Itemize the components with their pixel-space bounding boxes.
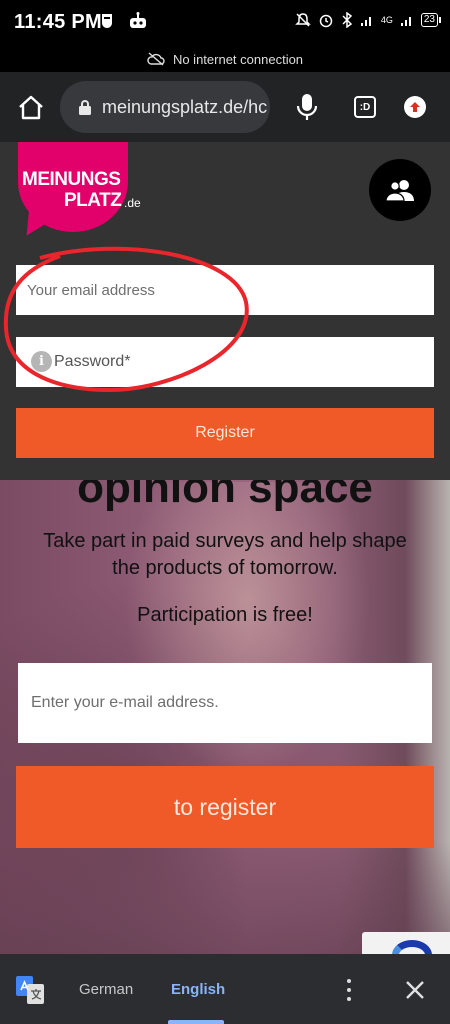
- tab-count: :D: [359, 101, 371, 113]
- lock-icon: [79, 99, 91, 115]
- red-circle-annotation: [3, 246, 249, 393]
- network-type: 4G: [380, 15, 393, 25]
- account-button[interactable]: [369, 159, 431, 221]
- hero-free-line: Participation is free!: [137, 604, 313, 626]
- login-header-panel: MEINUNGS PLATZ .de Your email address i …: [0, 142, 450, 480]
- recaptcha-badge[interactable]: [362, 932, 450, 954]
- bluetooth-icon: [342, 12, 353, 28]
- web-page: opinion space Take part in paid surveys …: [0, 142, 450, 954]
- message-icon: [102, 14, 112, 28]
- recaptcha-icon: [392, 940, 432, 954]
- logo-suffix: .de: [124, 196, 141, 210]
- more-vert-icon[interactable]: [345, 979, 353, 1001]
- offline-text: No internet connection: [172, 51, 304, 67]
- translate-bar: German English: [0, 954, 450, 1024]
- to-register-button[interactable]: to register: [16, 766, 434, 848]
- selected-language-indicator: [168, 1020, 224, 1024]
- arrow-up-icon: [410, 102, 420, 112]
- site-logo[interactable]: MEINUNGS PLATZ .de: [17, 142, 148, 243]
- battery-icon: 23: [420, 13, 442, 27]
- register-button[interactable]: Register: [16, 408, 434, 458]
- browser-toolbar: meinungsplatz.de/hc :D: [0, 72, 450, 142]
- hero-subline: Take part in paid surveys and help shape…: [43, 530, 407, 579]
- offline-banner: No internet connection: [0, 46, 450, 72]
- status-time: 11:45 PM: [14, 11, 103, 33]
- hero-email-input[interactable]: Enter your e-mail address.: [18, 663, 432, 743]
- google-translate-icon[interactable]: [16, 976, 44, 1004]
- users-icon: [385, 180, 414, 202]
- url-text: meinungsplatz.de/hc: [102, 96, 268, 117]
- to-register-label: to register: [173, 793, 277, 820]
- signal-icon: [400, 17, 411, 26]
- alarm-icon: [319, 14, 333, 28]
- logo-text: MEINUNGS: [22, 169, 121, 190]
- register-label: Register: [195, 424, 255, 441]
- home-icon[interactable]: [16, 93, 46, 123]
- logo-text: PLATZ: [64, 190, 122, 211]
- language-option-english[interactable]: English: [171, 981, 225, 998]
- signal-icon: [360, 17, 371, 26]
- mute-icon: [295, 13, 311, 27]
- hero-email-placeholder: Enter your e-mail address.: [31, 694, 219, 711]
- status-bar: 11:45 PM 4G 23: [0, 0, 450, 46]
- cloud-off-icon: [147, 52, 165, 66]
- status-system-icons: 4G 23: [295, 12, 442, 28]
- tabs-icon[interactable]: :D: [354, 96, 376, 118]
- status-notification-icons: [100, 12, 148, 30]
- address-bar[interactable]: meinungsplatz.de/hc: [60, 81, 270, 133]
- language-option-german[interactable]: German: [79, 981, 133, 998]
- close-icon[interactable]: [403, 978, 427, 1002]
- update-icon[interactable]: [404, 96, 426, 118]
- mic-icon[interactable]: [296, 92, 318, 122]
- robot-icon: [130, 12, 146, 28]
